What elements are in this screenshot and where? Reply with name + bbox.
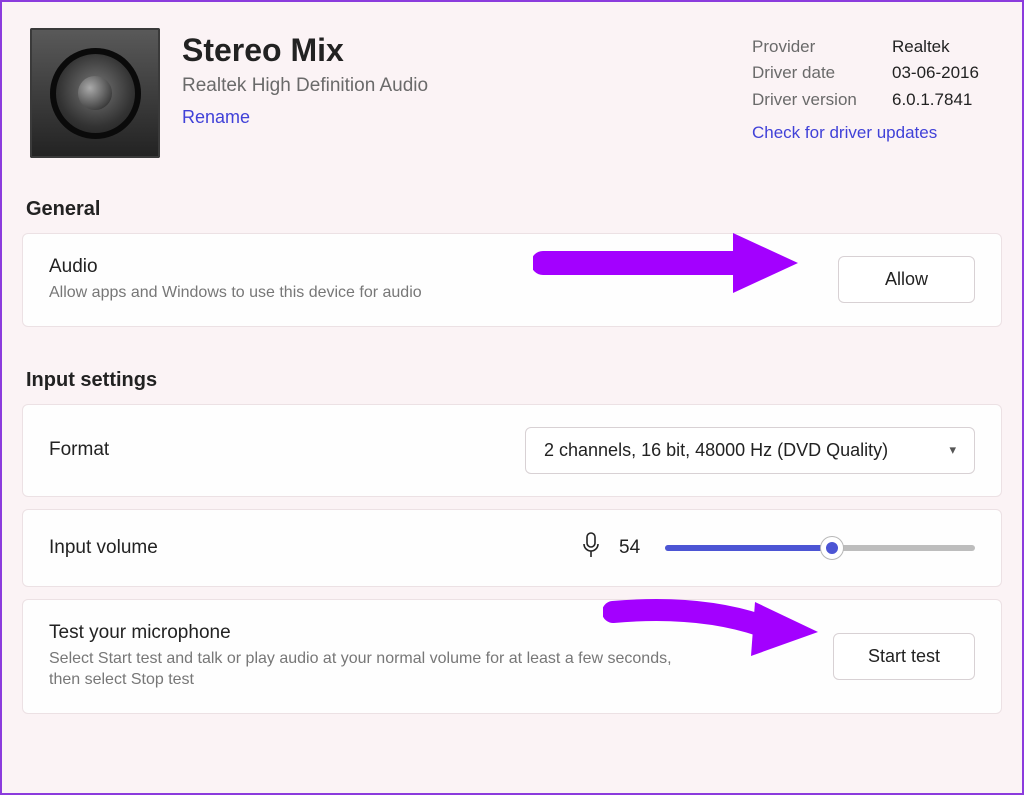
format-selected-value: 2 channels, 16 bit, 48000 Hz (DVD Qualit… (544, 440, 888, 461)
driver-date-value: 03-06-2016 (892, 60, 979, 86)
driver-version-value: 6.0.1.7841 (892, 87, 972, 113)
audio-row-title: Audio (49, 256, 814, 278)
device-header: Stereo Mix Realtek High Definition Audio… (30, 28, 1002, 158)
slider-thumb[interactable] (821, 537, 843, 559)
format-row: Format 2 channels, 16 bit, 48000 Hz (DVD… (22, 404, 1002, 497)
device-title: Stereo Mix (182, 32, 730, 69)
microphone-icon (581, 532, 601, 564)
test-microphone-row: Test your microphone Select Start test a… (22, 599, 1002, 714)
provider-value: Realtek (892, 34, 950, 60)
device-subtitle: Realtek High Definition Audio (182, 75, 730, 97)
input-volume-value: 54 (619, 537, 647, 559)
allow-button[interactable]: Allow (838, 256, 975, 303)
audio-row-subtitle: Allow apps and Windows to use this devic… (49, 282, 814, 304)
driver-meta: Provider Realtek Driver date 03-06-2016 … (752, 28, 1002, 143)
check-driver-updates-link[interactable]: Check for driver updates (752, 123, 1002, 143)
start-test-button[interactable]: Start test (833, 633, 975, 680)
format-title: Format (49, 439, 109, 461)
test-mic-subtitle: Select Start test and talk or play audio… (49, 648, 689, 691)
driver-version-label: Driver version (752, 87, 872, 113)
provider-label: Provider (752, 34, 872, 60)
chevron-down-icon: ▾ (949, 442, 956, 458)
audio-allow-row: Audio Allow apps and Windows to use this… (22, 233, 1002, 327)
section-input-settings: Input settings (26, 369, 1002, 392)
section-general: General (26, 198, 1002, 221)
format-select[interactable]: 2 channels, 16 bit, 48000 Hz (DVD Qualit… (525, 427, 975, 474)
input-volume-title: Input volume (49, 537, 158, 559)
input-volume-row: Input volume 54 (22, 509, 1002, 587)
input-volume-slider[interactable] (665, 545, 975, 551)
driver-date-label: Driver date (752, 60, 872, 86)
rename-link[interactable]: Rename (182, 107, 250, 128)
speaker-icon (30, 28, 160, 158)
test-mic-title: Test your microphone (49, 622, 689, 644)
